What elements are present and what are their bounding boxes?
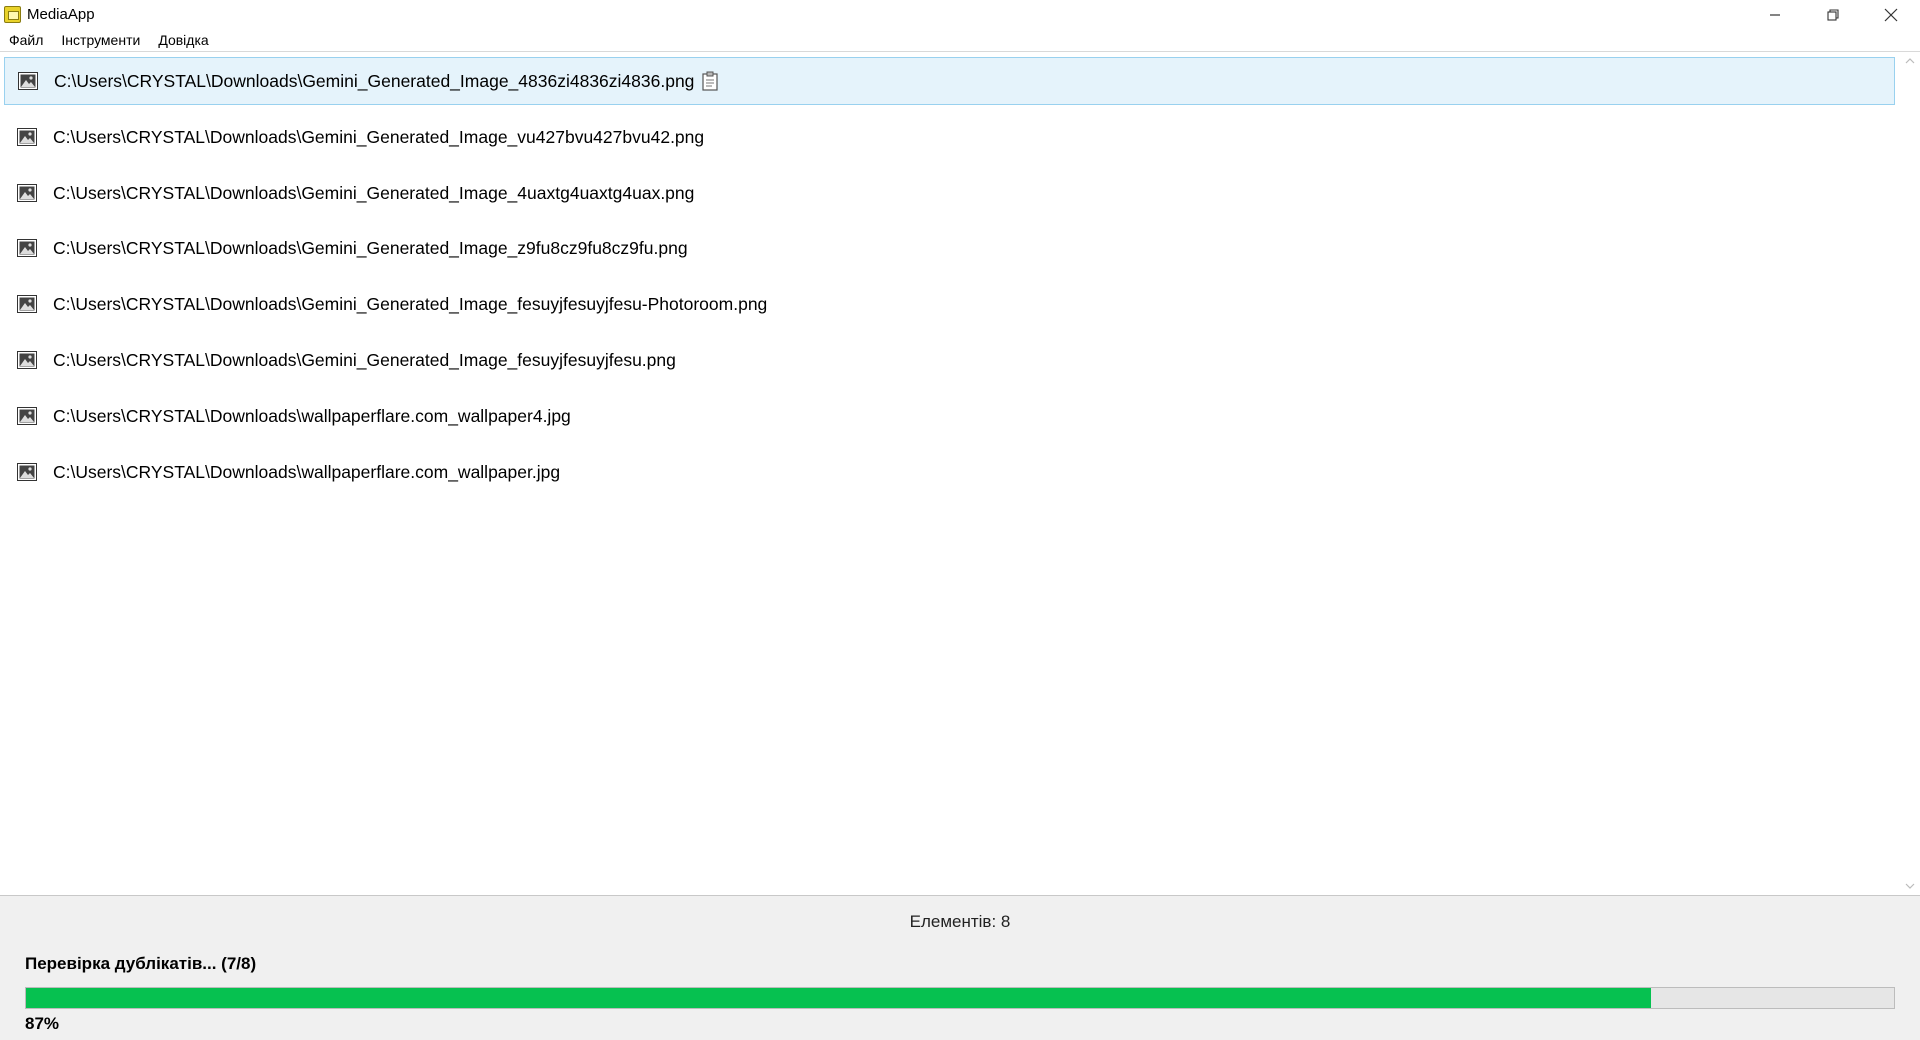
image-file-icon: [17, 463, 37, 481]
image-file-icon: [17, 128, 37, 146]
app-icon: [4, 6, 21, 23]
menu-tools[interactable]: Інструменти: [52, 29, 149, 51]
minimize-icon: [1770, 13, 1780, 16]
scroll-up-button[interactable]: [1899, 52, 1920, 69]
main-window: MediaApp Файл Інструменти Довідка C:\Use…: [0, 0, 1920, 1040]
file-list: C:\Users\CRYSTAL\Downloads\Gemini_Genera…: [0, 52, 1897, 894]
task-status-label: Перевірка дублікатів... (7/8): [25, 954, 257, 973]
list-item[interactable]: C:\Users\CRYSTAL\Downloads\Gemini_Genera…: [4, 224, 1895, 272]
image-file-icon: [17, 184, 37, 202]
clipboard-icon[interactable]: [702, 71, 719, 91]
restore-icon: [1827, 8, 1839, 21]
file-path: C:\Users\CRYSTAL\Downloads\Gemini_Genera…: [53, 237, 688, 258]
list-item[interactable]: C:\Users\CRYSTAL\Downloads\wallpaperflar…: [4, 392, 1895, 440]
file-path: C:\Users\CRYSTAL\Downloads\Gemini_Genera…: [53, 182, 695, 203]
vertical-scrollbar[interactable]: [1899, 52, 1920, 894]
file-path: C:\Users\CRYSTAL\Downloads\Gemini_Genera…: [53, 126, 705, 147]
title-bar: MediaApp: [0, 0, 1920, 29]
list-item[interactable]: C:\Users\CRYSTAL\Downloads\Gemini_Genera…: [4, 280, 1895, 328]
list-item[interactable]: C:\Users\CRYSTAL\Downloads\Gemini_Genera…: [4, 336, 1895, 384]
image-file-icon: [17, 239, 37, 257]
list-item[interactable]: C:\Users\CRYSTAL\Downloads\wallpaperflar…: [4, 448, 1895, 496]
status-panel: Елементів: 8 Перевірка дублікатів... (7/…: [0, 896, 1920, 1040]
file-path: C:\Users\CRYSTAL\Downloads\Gemini_Genera…: [53, 349, 676, 370]
image-file-icon: [17, 351, 37, 369]
file-path: C:\Users\CRYSTAL\Downloads\Gemini_Genera…: [53, 293, 768, 314]
restore-button[interactable]: [1804, 0, 1862, 29]
image-file-icon: [17, 407, 37, 425]
menu-file[interactable]: Файл: [0, 29, 52, 51]
minimize-button[interactable]: [1746, 0, 1804, 29]
image-file-icon: [17, 295, 37, 313]
progress-percent-label: 87%: [25, 1014, 60, 1033]
chevron-down-icon: [1905, 883, 1914, 889]
chevron-up-icon: [1905, 57, 1914, 63]
menu-help[interactable]: Довідка: [149, 29, 217, 51]
item-count-label: Елементів: 8: [909, 912, 1011, 931]
file-path: C:\Users\CRYSTAL\Downloads\wallpaperflar…: [53, 461, 561, 482]
list-item[interactable]: C:\Users\CRYSTAL\Downloads\Gemini_Genera…: [4, 57, 1895, 105]
close-icon: [1884, 8, 1898, 21]
window-title: MediaApp: [27, 6, 95, 23]
file-path: C:\Users\CRYSTAL\Downloads\Gemini_Genera…: [54, 70, 695, 91]
window-controls: [1746, 0, 1920, 29]
progress-bar: [25, 987, 1895, 1009]
progress-bar-fill: [26, 988, 1652, 1008]
list-item[interactable]: C:\Users\CRYSTAL\Downloads\Gemini_Genera…: [4, 113, 1895, 161]
file-path: C:\Users\CRYSTAL\Downloads\wallpaperflar…: [53, 405, 571, 426]
scroll-down-button[interactable]: [1899, 877, 1920, 894]
close-button[interactable]: [1862, 0, 1920, 29]
list-item[interactable]: C:\Users\CRYSTAL\Downloads\Gemini_Genera…: [4, 169, 1895, 217]
menu-bar: Файл Інструменти Довідка: [0, 29, 1920, 52]
image-file-icon: [18, 72, 38, 90]
